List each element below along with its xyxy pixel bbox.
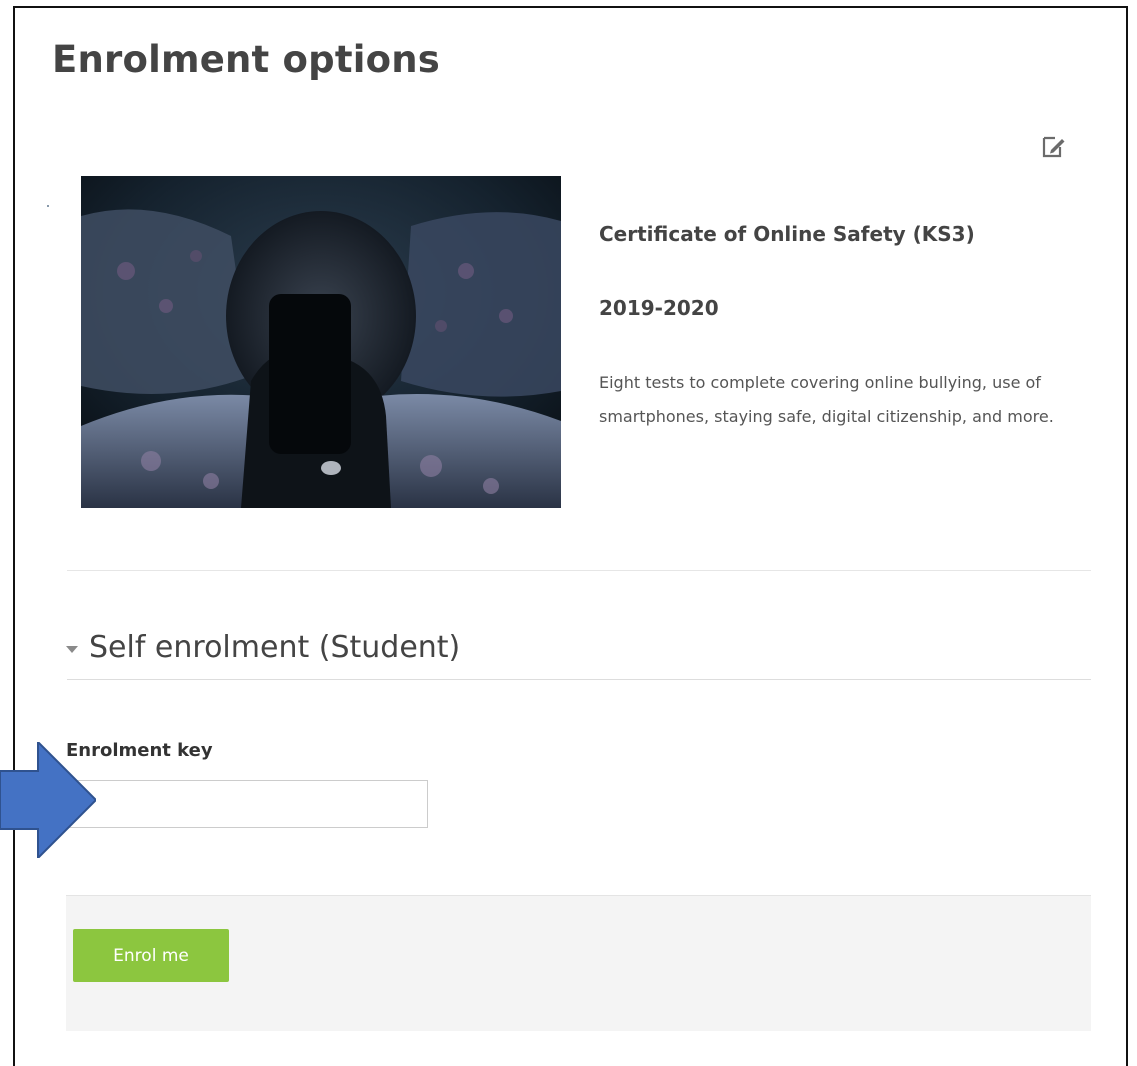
course-name[interactable]: Certificate of Online Safety (KS3) — [599, 222, 975, 246]
page-title: Enrolment options — [52, 38, 440, 81]
course-image-person-with-phone-in-bed-icon — [81, 176, 561, 508]
enrolment-key-input[interactable] — [66, 780, 428, 828]
section-title: Self enrolment (Student) — [89, 630, 461, 665]
edit-settings-icon[interactable] — [1038, 132, 1068, 162]
section-divider — [67, 679, 1091, 680]
stray-mark — [47, 205, 49, 207]
course-summary: Eight tests to complete covering online … — [599, 373, 1054, 426]
caret-down-icon — [66, 646, 78, 653]
course-year: 2019-2020 — [599, 296, 719, 320]
course-image — [81, 176, 561, 508]
arrow-right-icon — [0, 742, 96, 858]
self-enrolment-section-header[interactable]: Self enrolment (Student) — [66, 630, 460, 665]
divider — [67, 570, 1091, 571]
enrol-me-button[interactable]: Enrol me — [73, 929, 229, 982]
